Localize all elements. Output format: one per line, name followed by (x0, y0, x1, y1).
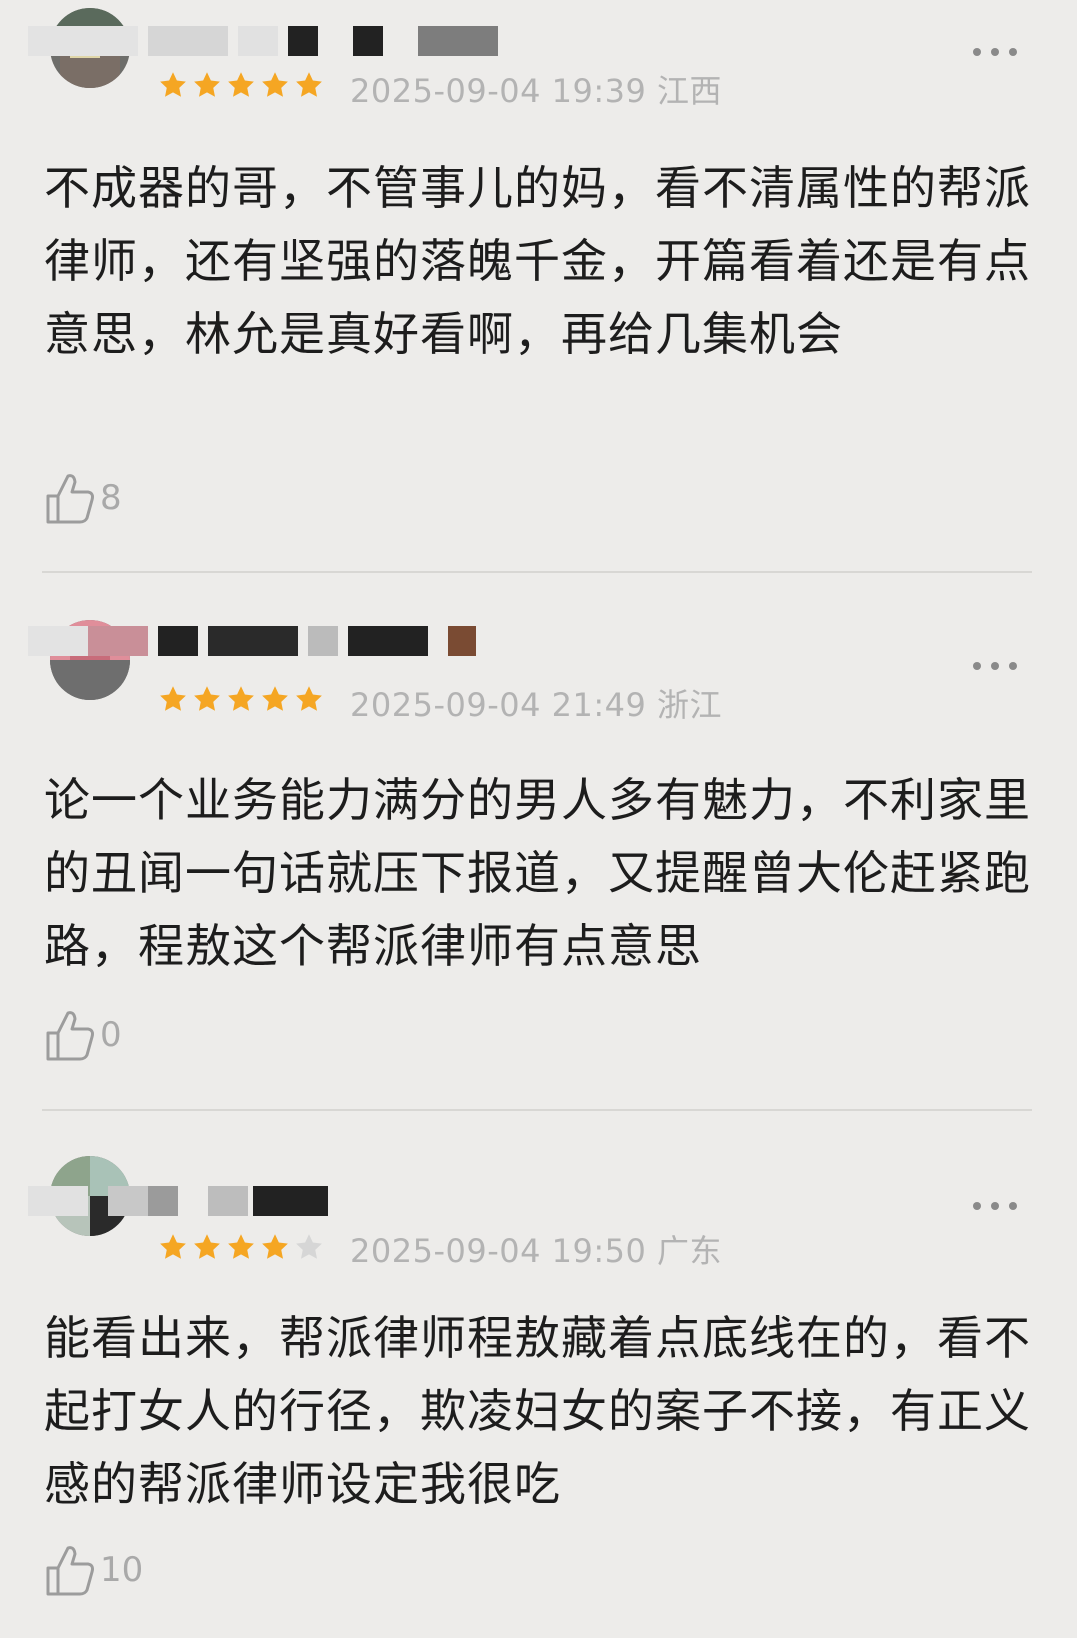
review-meta: 2025-09-04 21:49 浙江 (350, 680, 722, 726)
divider (42, 571, 1032, 573)
review-region: 广东 (657, 1232, 723, 1270)
thumbs-up-icon (46, 1546, 94, 1596)
more-options-button[interactable] (973, 660, 1017, 672)
more-options-button[interactable] (973, 46, 1017, 58)
review-date: 2025-09-04 19:39 (350, 72, 647, 110)
review-text: 不成器的哥，不管事儿的妈，看不清属性的帮派律师，还有坚强的落魄千金，开篇看着还是… (44, 161, 1031, 361)
star-icon (262, 686, 288, 711)
star-icon (160, 72, 186, 97)
username-masked (28, 26, 498, 56)
star-icon (296, 686, 322, 711)
like-count: 0 (100, 1015, 122, 1055)
thumbs-up-icon (46, 1011, 94, 1061)
reviews-page: 2025-09-04 19:39 江西 不成器的哥，不管事儿的妈，看不清属性的帮… (0, 0, 1077, 1638)
divider (42, 1109, 1032, 1111)
like-count: 10 (100, 1550, 144, 1590)
review-text: 能看出来，帮派律师程敖藏着点底线在的，看不起打女人的行径，欺凌妇女的案子不接，有… (44, 1311, 1031, 1511)
like-button[interactable]: 8 (44, 470, 122, 526)
star-icon (296, 72, 322, 97)
review-text: 论一个业务能力满分的男人多有魅力，不利家里的丑闻一句话就压下报道，又提醒曾大伦赶… (44, 773, 1031, 973)
username-masked (28, 1186, 328, 1216)
star-icon (262, 72, 288, 97)
review-date: 2025-09-04 21:49 (350, 686, 647, 724)
star-icon (194, 1234, 220, 1259)
more-dots-icon (973, 662, 981, 670)
review-meta: 2025-09-04 19:39 江西 (350, 66, 722, 112)
star-rating (158, 684, 324, 718)
review-meta: 2025-09-04 19:50 广东 (350, 1226, 722, 1272)
star-icon (194, 686, 220, 711)
thumbs-up-icon (46, 474, 94, 524)
star-icon (228, 72, 254, 97)
star-icon (194, 72, 220, 97)
star-icon (296, 1234, 322, 1259)
star-rating (158, 70, 324, 104)
like-count: 8 (100, 478, 122, 518)
star-icon (160, 1234, 186, 1259)
like-button[interactable]: 0 (44, 1007, 122, 1063)
review-region: 江西 (657, 72, 723, 110)
more-dots-icon (973, 48, 981, 56)
star-rating (158, 1232, 324, 1266)
star-icon (228, 686, 254, 711)
star-icon (262, 1234, 288, 1259)
star-icon (228, 1234, 254, 1259)
more-options-button[interactable] (973, 1200, 1017, 1212)
like-button[interactable]: 10 (44, 1542, 143, 1598)
more-dots-icon (973, 1202, 981, 1210)
username-masked (28, 626, 478, 656)
review-region: 浙江 (657, 686, 723, 724)
star-icon (160, 686, 186, 711)
review-date: 2025-09-04 19:50 (350, 1232, 647, 1270)
